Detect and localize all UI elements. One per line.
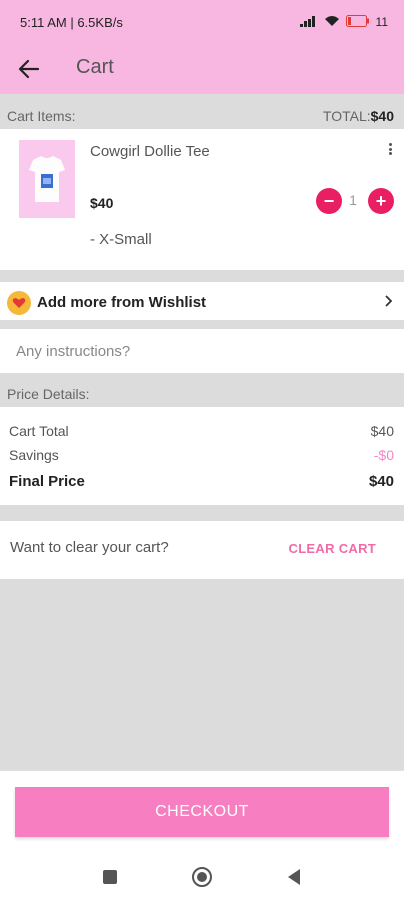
cart-total: TOTAL:$40 bbox=[323, 108, 394, 124]
square-icon bbox=[103, 870, 117, 884]
bottom-area: CHECKOUT bbox=[0, 770, 404, 900]
product-price: $40 bbox=[90, 195, 114, 211]
final-price-row: Final Price $40 bbox=[9, 473, 394, 490]
triangle-back-icon bbox=[288, 869, 300, 885]
cart-item: Cowgirl Dollie Tee $40 − 1 + - X-Small bbox=[0, 129, 404, 270]
battery-icon bbox=[345, 14, 370, 30]
decrement-button[interactable]: − bbox=[316, 188, 342, 214]
cart-total-row: Cart Total $40 bbox=[9, 423, 394, 439]
home-button[interactable] bbox=[191, 866, 213, 888]
savings-row: Savings -$0 bbox=[9, 447, 394, 463]
back-button[interactable] bbox=[12, 52, 46, 86]
clear-cart-question: Want to clear your cart? bbox=[10, 539, 169, 556]
price-details: Cart Total $40 Savings -$0 Final Price $… bbox=[0, 407, 404, 505]
instructions-field[interactable]: Any instructions? bbox=[0, 329, 404, 373]
app-bar: Cart bbox=[0, 44, 404, 94]
savings-value: -$0 bbox=[373, 447, 394, 463]
product-size: - X-Small bbox=[90, 231, 152, 248]
cart-items-label: Cart Items: bbox=[7, 108, 76, 124]
price-details-label: Price Details: bbox=[7, 386, 90, 402]
status-time: 5:11 AM | 6.5KB/s bbox=[20, 15, 123, 30]
recents-button[interactable] bbox=[99, 866, 121, 888]
product-name[interactable]: Cowgirl Dollie Tee bbox=[90, 143, 210, 160]
chevron-right-icon bbox=[384, 294, 393, 312]
clear-cart-button[interactable]: CLEAR CART bbox=[289, 541, 377, 556]
total-value: $40 bbox=[370, 108, 394, 124]
wishlist-label: Add more from Wishlist bbox=[37, 294, 207, 311]
final-price-value: $40 bbox=[368, 473, 394, 490]
arrow-left-icon bbox=[18, 59, 40, 79]
heart-icon bbox=[7, 291, 31, 315]
circle-icon bbox=[192, 867, 212, 887]
nav-back-button[interactable] bbox=[283, 866, 305, 888]
wishlist-row[interactable]: Add more from Wishlist bbox=[0, 282, 404, 320]
instructions-placeholder: Any instructions? bbox=[16, 343, 131, 360]
clear-cart-row: Want to clear your cart? CLEAR CART bbox=[0, 521, 404, 579]
checkout-button[interactable]: CHECKOUT bbox=[15, 787, 389, 837]
product-image[interactable] bbox=[19, 140, 75, 218]
signal-icon bbox=[299, 15, 318, 30]
quantity-value: 1 bbox=[349, 192, 357, 208]
savings-label: Savings bbox=[9, 447, 59, 463]
status-bar: 5:11 AM | 6.5KB/s 11 bbox=[0, 0, 404, 44]
increment-button[interactable]: + bbox=[368, 188, 394, 214]
price-details-header: Price Details: bbox=[0, 377, 404, 407]
final-price-label: Final Price bbox=[9, 473, 85, 490]
wifi-icon bbox=[324, 15, 340, 30]
system-nav-bar bbox=[0, 851, 404, 900]
cart-total-value: $40 bbox=[370, 423, 394, 439]
cart-items-header: Cart Items: TOTAL:$40 bbox=[0, 99, 404, 129]
total-label: TOTAL: bbox=[322, 108, 371, 124]
status-icons: 11 bbox=[299, 14, 388, 30]
battery-level: 11 bbox=[375, 15, 388, 29]
page-title: Cart bbox=[76, 56, 114, 78]
more-options-icon[interactable] bbox=[386, 141, 394, 157]
cart-total-label: Cart Total bbox=[9, 423, 69, 439]
